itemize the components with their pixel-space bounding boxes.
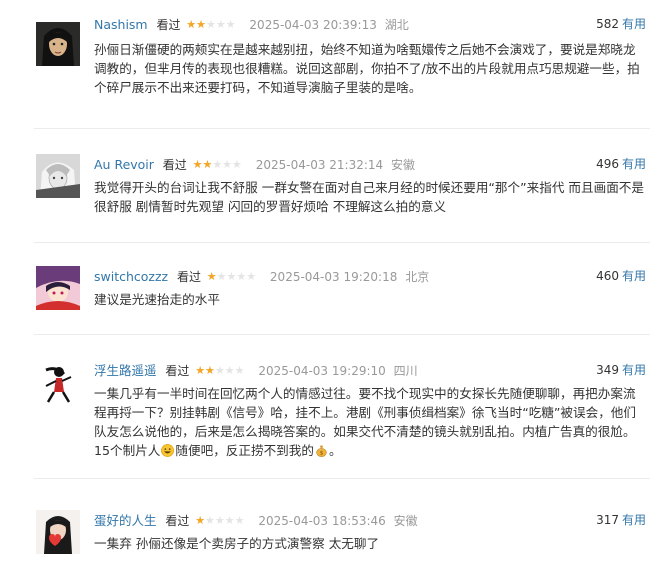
review-list: Nashism 看过 ★★★★★★★★★★ 2025-04-03 20:39:1… <box>0 0 660 566</box>
divider <box>34 334 650 335</box>
avatar[interactable] <box>36 266 80 310</box>
review-location: 安徽 <box>393 513 418 528</box>
review-location: 四川 <box>393 363 418 378</box>
review-location: 北京 <box>405 269 430 284</box>
vote-area: 349 有用 <box>596 360 646 380</box>
review-text: 。 <box>328 443 342 458</box>
review-item: switchcozzz 看过 ★★★★★★★★★★ 2025-04-03 19:… <box>0 266 660 316</box>
review-time: 2025-04-03 18:53:46 <box>258 513 386 528</box>
star-filled-glyphs: ★★★★★ <box>206 269 217 283</box>
money-bag-emoji-icon: $ <box>316 445 327 457</box>
watched-label: 看过 <box>176 269 201 284</box>
useful-button[interactable]: 有用 <box>622 17 646 31</box>
review-text: 随便吧，反正捞不到我的 <box>175 443 314 458</box>
author-link[interactable]: 浮生路遥遥 <box>94 361 157 381</box>
rating-stars: ★★★★★★★★★★ <box>195 513 244 527</box>
divider <box>34 242 650 243</box>
colorful-illustration-avatar <box>36 266 80 310</box>
review-item: Nashism 看过 ★★★★★★★★★★ 2025-04-03 20:39:1… <box>0 14 660 110</box>
avatar[interactable] <box>36 22 80 66</box>
review-item: Au Revoir 看过 ★★★★★★★★★★ 2025-04-03 21:32… <box>0 154 660 224</box>
author-link[interactable]: switchcozzz <box>94 267 168 287</box>
grin-emoji-icon <box>161 444 175 457</box>
review-time: 2025-04-03 19:20:18 <box>269 269 398 284</box>
review-meta: Nashism 看过 ★★★★★★★★★★ 2025-04-03 20:39:1… <box>94 14 650 34</box>
running-figure-avatar <box>36 362 80 406</box>
useful-button[interactable]: 有用 <box>622 269 646 283</box>
watched-label: 看过 <box>156 17 181 32</box>
vote-area: 460 有用 <box>596 266 646 286</box>
star-filled-glyphs: ★★★★★ <box>192 157 213 171</box>
review-item: 蛋好的人生 看过 ★★★★★★★★★★ 2025-04-03 18:53:46 … <box>0 510 660 566</box>
review-time: 2025-04-03 20:39:13 <box>249 17 377 32</box>
girl-with-red-heart-avatar <box>36 510 80 554</box>
rating-stars: ★★★★★★★★★★ <box>192 157 242 171</box>
review-location: 安徽 <box>391 157 416 172</box>
review-location: 湖北 <box>384 17 409 32</box>
review-item: 浮生路遥遥 看过 ★★★★★★★★★★ 2025-04-03 19:29:10 … <box>0 360 660 460</box>
review-content: 建议是光速抬走的水平 <box>94 292 220 307</box>
useful-button[interactable]: 有用 <box>622 157 646 171</box>
author-link[interactable]: Au Revoir <box>94 155 154 175</box>
vote-area: 496 有用 <box>596 154 646 174</box>
watched-label: 看过 <box>162 157 187 172</box>
review-time: 2025-04-03 21:32:14 <box>255 157 384 172</box>
useful-button[interactable]: 有用 <box>622 363 646 377</box>
avatar[interactable] <box>36 362 80 406</box>
avatar[interactable] <box>36 510 80 554</box>
watched-label: 看过 <box>165 513 190 528</box>
divider <box>34 128 650 129</box>
star-filled-glyphs: ★★★★★ <box>195 513 206 527</box>
watched-label: 看过 <box>165 363 190 378</box>
review-content: 我觉得开头的台词让我不舒服 一群女警在面对自己来月经的时候还要用“那个”来指代 … <box>94 180 644 214</box>
svg-text:$: $ <box>320 451 324 457</box>
rating-stars: ★★★★★★★★★★ <box>186 17 235 31</box>
vote-count: 349 <box>596 363 619 377</box>
divider <box>34 478 650 479</box>
review-content: 一集弃 孙俪还像是个卖房子的方式演警察 太无聊了 <box>94 536 380 551</box>
review-meta: Au Revoir 看过 ★★★★★★★★★★ 2025-04-03 21:32… <box>94 154 650 174</box>
vote-area: 582 有用 <box>596 14 646 34</box>
review-content: 一集几乎有一半时间在回忆两个人的情感过往。要不找个现实中的女探长先随便聊聊，再把… <box>94 384 644 460</box>
review-time: 2025-04-03 19:29:10 <box>258 363 386 378</box>
review-meta: 蛋好的人生 看过 ★★★★★★★★★★ 2025-04-03 18:53:46 … <box>94 510 650 530</box>
star-filled-glyphs: ★★★★★ <box>195 363 215 377</box>
vote-area: 317 有用 <box>596 510 646 530</box>
review-content: 孙俪日渐僵硬的两颊实在是越来越别扭，始终不知道为啥甄嬛传之后她不会演戏了，要说是… <box>94 42 640 95</box>
useful-button[interactable]: 有用 <box>622 513 646 527</box>
vote-count: 460 <box>596 269 619 283</box>
vote-count: 582 <box>596 17 619 31</box>
review-meta: switchcozzz 看过 ★★★★★★★★★★ 2025-04-03 19:… <box>94 266 650 286</box>
star-filled-glyphs: ★★★★★ <box>186 17 206 31</box>
review-meta: 浮生路遥遥 看过 ★★★★★★★★★★ 2025-04-03 19:29:10 … <box>94 360 650 380</box>
author-link[interactable]: 蛋好的人生 <box>94 511 157 531</box>
dark-long-hair-portrait-avatar <box>36 22 80 66</box>
author-link[interactable]: Nashism <box>94 15 148 35</box>
vote-count: 317 <box>596 513 619 527</box>
grayscale-anime-avatar <box>36 154 80 198</box>
rating-stars: ★★★★★★★★★★ <box>195 363 244 377</box>
avatar[interactable] <box>36 154 80 198</box>
rating-stars: ★★★★★★★★★★ <box>206 269 256 283</box>
vote-count: 496 <box>596 157 619 171</box>
